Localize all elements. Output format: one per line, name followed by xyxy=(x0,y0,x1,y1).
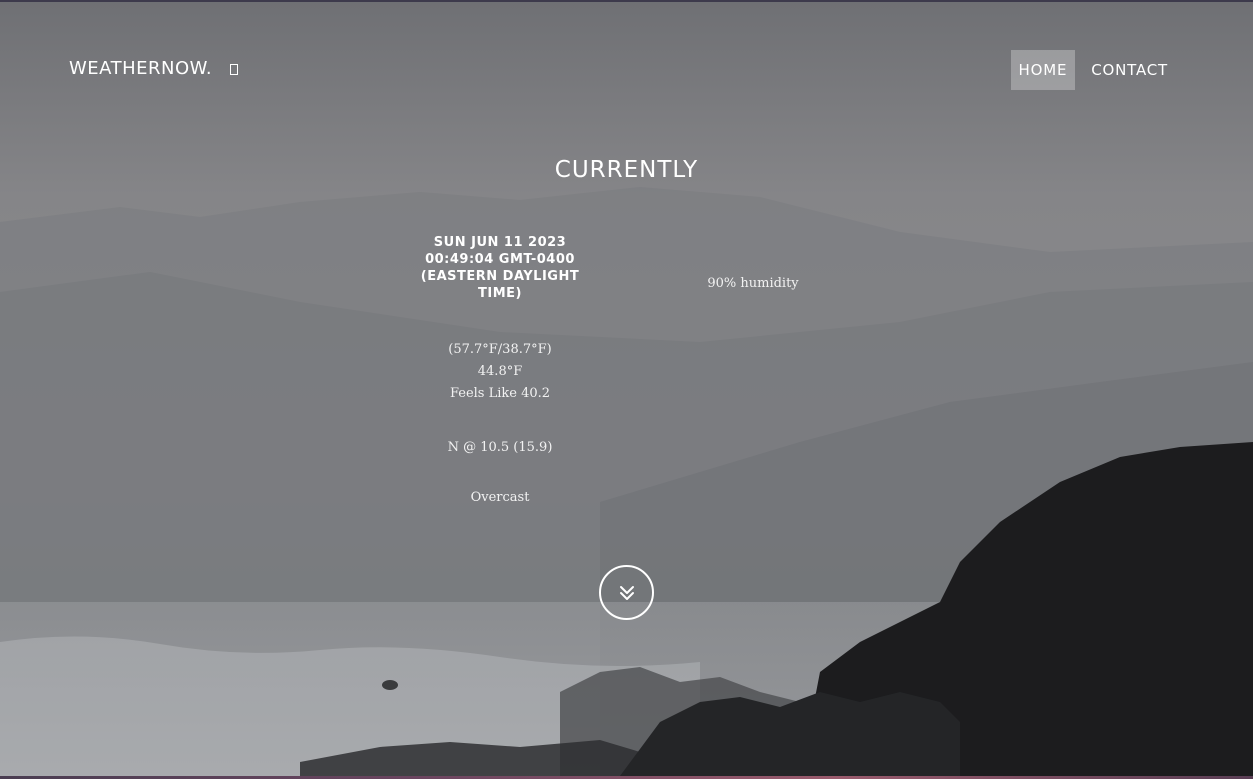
small-square-icon xyxy=(230,64,239,75)
nav-home-link[interactable]: HOME xyxy=(1010,50,1076,90)
temperature-block: (57.7°F/38.7°F) 44.8°F Feels Like 40.2 xyxy=(400,339,600,405)
double-chevron-down-icon xyxy=(619,585,634,600)
nav-contact-link[interactable]: CONTACT xyxy=(1083,50,1176,90)
current-weather-panel: SUN JUN 11 2023 00:49:04 GMT-0400 (EASTE… xyxy=(400,234,600,505)
brand-name: WEATHERNOW. xyxy=(69,58,213,79)
main-nav: HOME CONTACT xyxy=(1010,50,1176,90)
high-low-temp: (57.7°F/38.7°F) xyxy=(448,342,552,357)
background-landscape-image xyxy=(0,2,1253,776)
brand-logo[interactable]: WEATHERNOW. xyxy=(69,58,239,79)
current-temp: 44.8°F xyxy=(477,364,523,379)
weather-condition: Overcast xyxy=(470,490,530,505)
scroll-down-button[interactable] xyxy=(599,565,654,620)
wind-info: N @ 10.5 (15.9) xyxy=(447,440,553,455)
section-title: CURRENTLY xyxy=(554,157,699,183)
feels-like: Feels Like 40.2 xyxy=(449,386,551,401)
humidity-info: 90% humidity xyxy=(707,276,799,291)
current-datetime: SUN JUN 11 2023 00:49:04 GMT-0400 (EASTE… xyxy=(420,235,580,301)
